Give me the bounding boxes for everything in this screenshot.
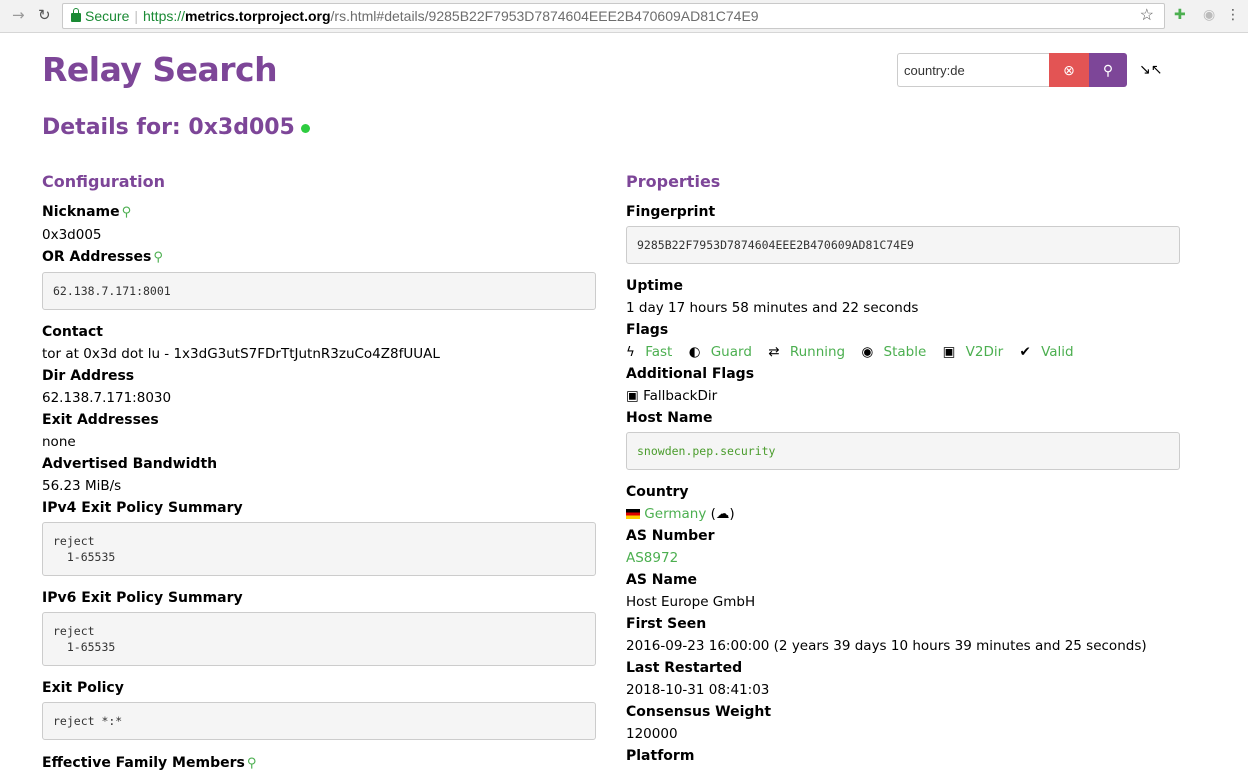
dir-address-label: Dir Address: [42, 368, 135, 384]
flag-fast[interactable]: Fast: [645, 344, 672, 360]
secure-label: Secure: [85, 8, 130, 24]
fast-icon: ϟ: [626, 344, 635, 360]
properties-section: Properties Fingerprint 9285B22F7953D7874…: [626, 172, 1180, 767]
flag-guard[interactable]: Guard: [711, 344, 752, 360]
exit-addresses-label: Exit Addresses: [42, 412, 159, 428]
first-seen-value: 2016-09-23 16:00:00 (2 years 39 days 10 …: [626, 638, 1147, 654]
nickname-value: 0x3d005: [42, 227, 102, 243]
as-name-value: Host Europe GmbH: [626, 594, 756, 610]
flags-list: ϟ Fast ◐ Guard ⇄ Running ◉ Stable ▣ V2Di…: [626, 341, 1180, 363]
first-seen-label: First Seen: [626, 616, 707, 632]
search-or-address-icon[interactable]: ⚲: [153, 250, 163, 265]
configuration-heading: Configuration: [42, 172, 166, 191]
clear-search-button[interactable]: ⊗: [1049, 53, 1089, 87]
family-members-label: Effective Family Members ⚲: [42, 755, 257, 771]
stable-icon: ◉: [861, 344, 874, 360]
search-form: ⊗ ⚲: [897, 53, 1127, 87]
ipv6-policy-label: IPv6 Exit Policy Summary: [42, 590, 243, 606]
url-scheme: https://: [143, 8, 186, 24]
contact-value: tor at 0x3d dot lu - 1x3dG3utS7FDrTtJutn…: [42, 346, 440, 362]
clear-icon: ⊗: [1063, 61, 1075, 78]
flag-running[interactable]: Running: [790, 344, 845, 360]
bandwidth-value: 56.23 MiB/s: [42, 478, 122, 494]
search-icon: ⚲: [1102, 61, 1114, 78]
extension-icon[interactable]: ✚: [1174, 7, 1186, 23]
url-path: /rs.html#details/9285B22F7953D7874604EEE…: [330, 8, 759, 24]
host-name-value[interactable]: snowden.pep.security: [626, 432, 1180, 470]
exit-addresses-value: none: [42, 434, 76, 450]
properties-heading: Properties: [626, 172, 721, 191]
bandwidth-label: Advertised Bandwidth: [42, 456, 218, 472]
valid-check-icon: ✔: [1019, 344, 1031, 360]
last-restarted-label: Last Restarted: [626, 660, 743, 676]
bookmark-star-icon[interactable]: ☆: [1140, 4, 1154, 28]
search-nickname-icon[interactable]: ⚲: [122, 205, 132, 220]
additional-flags-value: ▣ FallbackDir: [626, 388, 718, 404]
germany-flag-icon: [626, 509, 640, 519]
dir-address-value: 62.138.7.171:8030: [42, 390, 172, 406]
as-number-label: AS Number: [626, 528, 715, 544]
last-restarted-value: 2018-10-31 08:41:03: [626, 682, 770, 698]
as-name-label: AS Name: [626, 572, 698, 588]
lock-icon: [71, 8, 81, 22]
exit-policy-label: Exit Policy: [42, 680, 124, 696]
host-name-label: Host Name: [626, 410, 713, 426]
ipv4-policy-value: reject 1-65535: [42, 522, 596, 576]
cloud-icon: ☁: [715, 506, 730, 522]
details-nickname: 0x3d005: [188, 115, 295, 140]
country-label: Country: [626, 484, 689, 500]
search-family-icon[interactable]: ⚲: [247, 756, 257, 771]
fingerprint-label: Fingerprint: [626, 204, 716, 220]
url-host: metrics.torproject.org: [185, 8, 331, 24]
v2dir-book-icon: ▣: [942, 344, 956, 360]
reload-icon[interactable]: ↻: [38, 6, 51, 24]
browser-toolbar: → ↻ Secure | https://metrics.torproject.or…: [0, 0, 1248, 33]
details-heading: Details for: 0x3d005: [42, 115, 310, 140]
contact-label: Contact: [42, 324, 103, 340]
page-title: Relay Search: [42, 50, 278, 89]
running-arrows-icon: ⇄: [768, 344, 780, 360]
country-value: Germany (☁): [626, 503, 1180, 525]
flags-label: Flags: [626, 322, 669, 338]
fallback-book-icon: ▣: [626, 388, 639, 404]
flag-stable[interactable]: Stable: [884, 344, 927, 360]
search-button[interactable]: ⚲: [1089, 53, 1127, 87]
ipv4-policy-label: IPv4 Exit Policy Summary: [42, 500, 243, 516]
back-arrow-icon[interactable]: →: [12, 6, 25, 24]
address-bar[interactable]: Secure | https://metrics.torproject.org/rs…: [62, 3, 1165, 29]
ipv6-policy-value: reject 1-65535: [42, 612, 596, 666]
or-addresses-value: 62.138.7.171:8001: [42, 272, 596, 310]
guard-shield-icon: ◐: [688, 344, 701, 360]
flag-v2dir[interactable]: V2Dir: [966, 344, 1004, 360]
nickname-label: Nickname ⚲: [42, 204, 132, 220]
as-number-link[interactable]: AS8972: [626, 547, 1180, 569]
platform-label: Platform: [626, 748, 695, 764]
menu-dots-icon[interactable]: ⋮: [1226, 7, 1240, 23]
consensus-weight-value: 120000: [626, 726, 678, 742]
consensus-weight-label: Consensus Weight: [626, 704, 772, 720]
flag-valid[interactable]: Valid: [1041, 344, 1074, 360]
uptime-label: Uptime: [626, 278, 683, 294]
search-input[interactable]: [897, 53, 1049, 87]
running-status-dot: [300, 123, 310, 133]
extension-2-icon[interactable]: ◉: [1203, 7, 1215, 23]
exit-policy-value: reject *:*: [42, 702, 596, 740]
additional-flags-label: Additional Flags: [626, 366, 755, 382]
configuration-section: Configuration Nickname ⚲ 0x3d005 OR Addre…: [42, 172, 596, 775]
collapse-icon[interactable]: ↘↖: [1139, 62, 1162, 78]
fingerprint-value: 9285B22F7953D7874604EEE2B470609AD81C74E9: [626, 226, 1180, 264]
country-link[interactable]: Germany: [644, 506, 706, 522]
or-addresses-label: OR Addresses ⚲: [42, 249, 163, 265]
uptime-value: 1 day 17 hours 58 minutes and 22 seconds: [626, 300, 919, 316]
details-prefix: Details for:: [42, 115, 181, 140]
